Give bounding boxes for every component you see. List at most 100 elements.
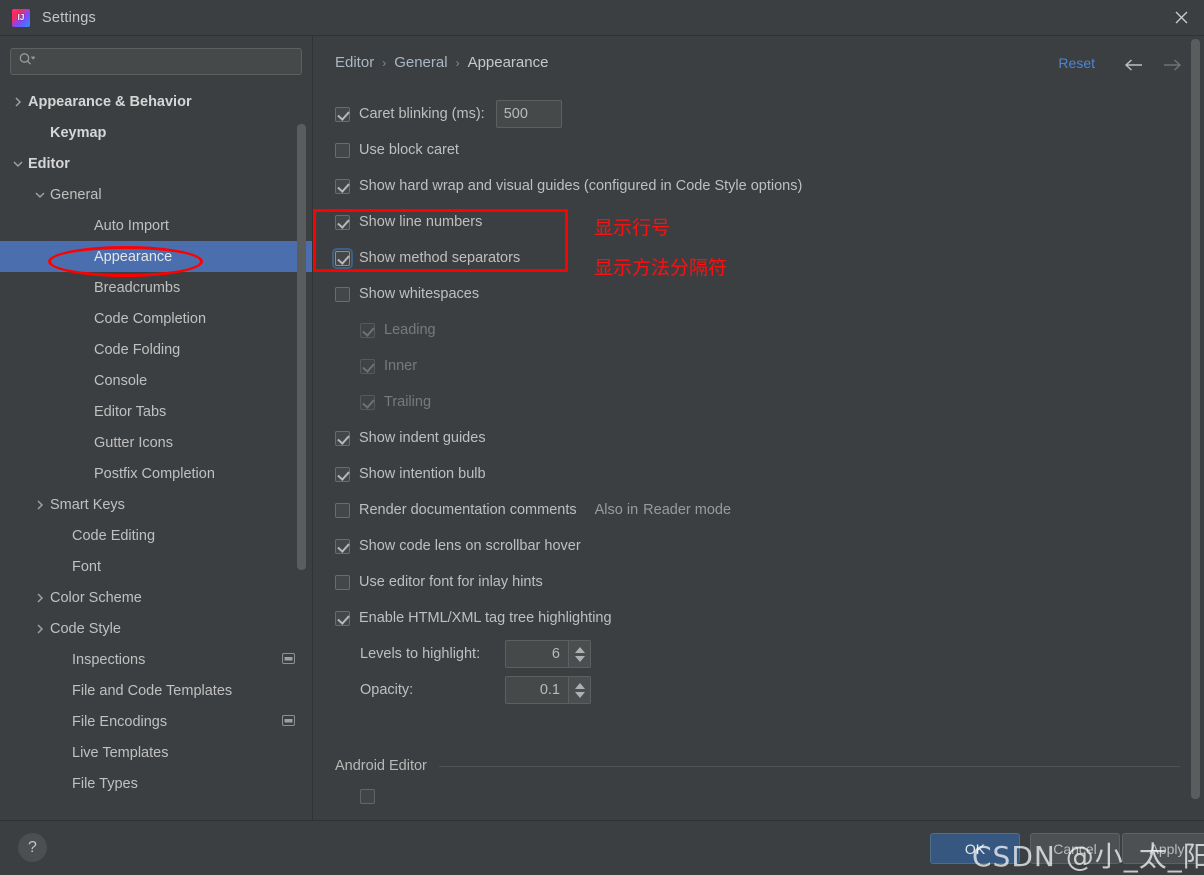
use-editor-font-for-inlay-hints-checkbox[interactable] — [335, 574, 350, 590]
sidebar-item-file-and-code-templates[interactable]: File and Code Templates — [0, 675, 312, 706]
opacity-value[interactable]: 0.1 — [506, 677, 568, 703]
show-hard-wrap-and-visual-guides-configured-in-code-style-options-checkbox[interactable] — [335, 178, 350, 194]
option-row-show-hard-wrap-and-visual-guides-configured-in-code-style-options: Show hard wrap and visual guides (config… — [335, 168, 1180, 204]
render-doc-comments-checkbox[interactable] — [335, 502, 350, 518]
sidebar-scrollbar-track[interactable] — [297, 80, 309, 770]
chevron-up-icon[interactable] — [574, 682, 585, 689]
reader-mode-link[interactable]: Reader mode — [643, 502, 731, 518]
cancel-button[interactable]: Cancel — [1030, 833, 1120, 864]
option-row-caret-blinking: Caret blinking (ms): 500 — [335, 96, 1180, 132]
chevron-right-icon[interactable] — [32, 499, 48, 511]
chevron-down-icon[interactable] — [574, 655, 585, 662]
sidebar-item-code-editing[interactable]: Code Editing — [0, 520, 312, 551]
levels-to-highlight-stepper[interactable]: 6 — [505, 640, 591, 668]
chevron-right-icon[interactable] — [32, 623, 48, 635]
chevron-down-icon[interactable] — [574, 691, 585, 698]
sidebar-item-label: Code Style — [50, 620, 121, 637]
sidebar-scrollbar-thumb[interactable] — [297, 124, 306, 570]
chevron-right-icon[interactable] — [32, 592, 48, 604]
arrow-right-icon[interactable] — [1160, 54, 1184, 76]
opacity-stepper[interactable]: 0.1 — [505, 676, 591, 704]
show-hard-wrap-and-visual-guides-configured-in-code-style-options-label: Show hard wrap and visual guides (config… — [359, 178, 803, 194]
sidebar-item-smart-keys[interactable]: Smart Keys — [0, 489, 312, 520]
help-icon[interactable]: ? — [18, 833, 47, 862]
sidebar-item-label: Keymap — [50, 124, 107, 141]
opacity-arrows[interactable] — [568, 677, 590, 703]
sidebar-item-console[interactable]: Console — [0, 365, 312, 396]
caret-blinking-input[interactable]: 500 — [495, 100, 562, 128]
sidebar-item-code-completion[interactable]: Code Completion — [0, 303, 312, 334]
reset-button[interactable]: Reset — [1058, 55, 1095, 71]
trailing-label: Trailing — [384, 394, 432, 410]
sidebar-item-code-style[interactable]: Code Style — [0, 613, 312, 644]
enable-html-xml-tag-tree-highlighting-checkbox[interactable] — [335, 610, 350, 626]
sidebar-item-label: Editor Tabs — [94, 403, 167, 420]
sidebar-item-auto-import[interactable]: Auto Import — [0, 210, 312, 241]
sidebar-item-code-folding[interactable]: Code Folding — [0, 334, 312, 365]
breadcrumb-separator: › — [455, 55, 460, 70]
sidebar-item-label: File and Code Templates — [72, 682, 233, 699]
chevron-up-icon[interactable] — [574, 646, 585, 653]
option-row-levels-to-highlight: Levels to highlight: 6 — [335, 636, 1180, 672]
chevron-down-icon[interactable] — [10, 159, 26, 169]
checkbox-group-primary: Use block caret Show hard wrap and visual… — [332, 132, 1180, 492]
option-row-show-method-separators: Show method separators — [332, 240, 1180, 276]
sidebar-item-label: Appearance & Behavior — [28, 93, 192, 110]
show-indent-guides-checkbox[interactable] — [335, 430, 350, 446]
ok-button[interactable]: OK — [930, 833, 1020, 864]
sidebar-item-label: Editor — [28, 155, 70, 172]
apply-button[interactable]: Apply — [1122, 833, 1204, 864]
sidebar-item-label: Auto Import — [94, 217, 169, 234]
settings-dialog: Settings Appearance & BehaviorKeymapEdit — [0, 0, 1204, 875]
sidebar-item-appearance-behavior[interactable]: Appearance & Behavior — [0, 86, 312, 117]
show-whitespaces-checkbox[interactable] — [335, 286, 350, 302]
options-panel: Caret blinking (ms): 500 Use block caret… — [332, 96, 1180, 820]
sidebar-item-label: Color Scheme — [50, 589, 142, 606]
sidebar-item-editor-tabs[interactable]: Editor Tabs — [0, 396, 312, 427]
search-box[interactable] — [10, 48, 302, 75]
sidebar-item-postfix-completion[interactable]: Postfix Completion — [0, 458, 312, 489]
show-intention-bulb-label: Show intention bulb — [359, 466, 486, 482]
sidebar-item-label: Live Templates — [72, 744, 169, 761]
sidebar-item-inspections[interactable]: Inspections — [0, 644, 312, 675]
sidebar-item-general[interactable]: General — [0, 179, 312, 210]
sidebar-item-label: Gutter Icons — [94, 434, 173, 451]
section-divider — [438, 765, 1180, 767]
content-scrollbar-thumb[interactable] — [1191, 39, 1200, 799]
sidebar-item-label: File Encodings — [72, 713, 168, 730]
sidebar-item-breadcrumbs[interactable]: Breadcrumbs — [0, 272, 312, 303]
sidebar-item-file-encodings[interactable]: File Encodings — [0, 706, 312, 737]
show-line-numbers-checkbox[interactable] — [335, 214, 350, 230]
breadcrumb-item-general[interactable]: General — [394, 54, 447, 71]
use-block-caret-checkbox[interactable] — [335, 142, 350, 158]
show-whitespaces-label: Show whitespaces — [359, 286, 480, 302]
show-method-separators-checkbox[interactable] — [332, 247, 353, 269]
chevron-right-icon[interactable] — [10, 96, 26, 108]
clipped-checkbox[interactable] — [360, 788, 375, 804]
option-row-trailing: Trailing — [335, 384, 1180, 420]
arrow-left-icon[interactable] — [1122, 54, 1146, 76]
sidebar-item-file-types[interactable]: File Types — [0, 768, 312, 799]
sidebar-item-gutter-icons[interactable]: Gutter Icons — [0, 427, 312, 458]
sidebar-item-label: Smart Keys — [50, 496, 125, 513]
show-intention-bulb-checkbox[interactable] — [335, 466, 350, 482]
chevron-down-icon[interactable] — [32, 190, 48, 200]
sidebar-item-keymap[interactable]: Keymap — [0, 117, 312, 148]
levels-to-highlight-arrows[interactable] — [568, 641, 590, 667]
leading-checkbox — [360, 322, 375, 338]
show-code-lens-on-scrollbar-hover-checkbox[interactable] — [335, 538, 350, 554]
breadcrumb-item-editor[interactable]: Editor — [335, 54, 374, 71]
close-icon[interactable] — [1158, 0, 1204, 35]
option-row-clipped — [335, 786, 1180, 806]
caret-blinking-checkbox[interactable] — [335, 106, 350, 122]
sidebar-item-color-scheme[interactable]: Color Scheme — [0, 582, 312, 613]
window-title: Settings — [42, 9, 96, 26]
search-input[interactable] — [39, 53, 294, 70]
sidebar-item-live-templates[interactable]: Live Templates — [0, 737, 312, 768]
sidebar-item-appearance[interactable]: Appearance — [0, 241, 312, 272]
sidebar-item-editor[interactable]: Editor — [0, 148, 312, 179]
title-bar: Settings — [0, 0, 1204, 36]
levels-to-highlight-value[interactable]: 6 — [506, 641, 568, 667]
sidebar-item-font[interactable]: Font — [0, 551, 312, 582]
caret-blinking-label: Caret blinking (ms): — [359, 106, 485, 122]
